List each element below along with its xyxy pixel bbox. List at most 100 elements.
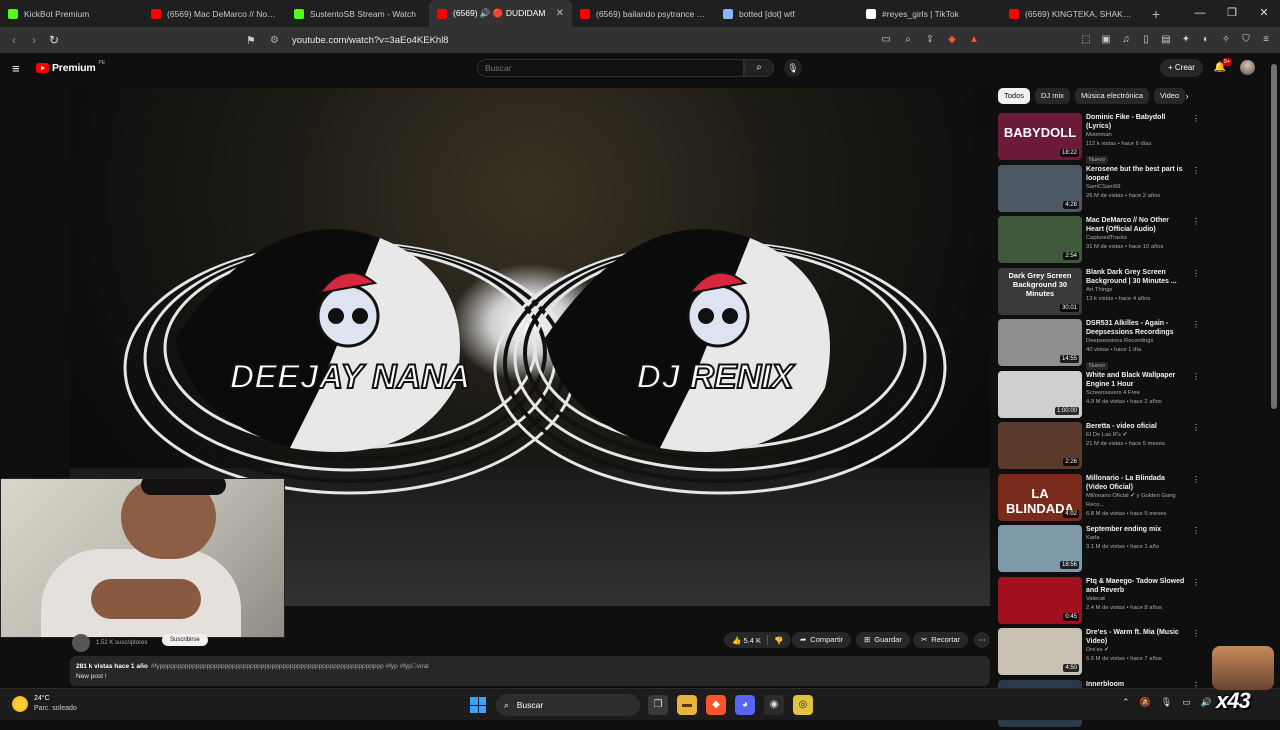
browser-tab[interactable]: SustentoSB Stream - Watch (286, 0, 429, 27)
browser-tab[interactable]: (6569) KINGTEKA, SHAKA, CIR (1001, 0, 1144, 27)
forward-button[interactable]: › (24, 33, 44, 47)
like-button[interactable]: 👍 5.4 K (724, 636, 767, 645)
recommendation-channel[interactable]: Screensavers 4 Free (1086, 389, 1188, 398)
new-tab-button[interactable]: + (1144, 6, 1168, 22)
more-options-icon[interactable]: ⋮ (1192, 526, 1200, 535)
video-thumbnail[interactable]: 0:45 (998, 576, 1082, 624)
bookmark-icon[interactable]: ⚑ (246, 34, 262, 47)
save-button[interactable]: ⊞ Guardar (856, 632, 910, 648)
brave-rewards-icon[interactable]: ▲ (966, 32, 982, 48)
recommendation-channel[interactable]: Moonman (1086, 131, 1188, 140)
video-thumbnail[interactable]: 4:28 (998, 164, 1082, 212)
recommendation-item[interactable]: 2:54 Mac DeMarco // No Other Heart (Offic… (998, 216, 1203, 266)
maximize-button[interactable]: ❐ (1216, 0, 1248, 27)
volume-icon[interactable]: 🔊 (1201, 697, 1212, 708)
recommendation-item[interactable]: 0:45 Ftq & Maeego- Tadow Slowed and Rever… (998, 576, 1203, 627)
recommendation-item[interactable]: BABYDOLL 18:22 Dominic Fike - Babydoll (Ly… (998, 113, 1203, 164)
extensions-puzzle-icon[interactable]: ✦ (1178, 32, 1194, 48)
share-button[interactable]: ➦ Compartir (792, 632, 852, 648)
recommendation-channel[interactable]: CapturedTracks (1086, 234, 1188, 243)
recommendation-item[interactable]: LA BLINDADA 4:02 Millonario - La Blindada … (998, 473, 1203, 524)
more-options-icon[interactable]: ⋮ (1192, 475, 1200, 484)
guide-menu-icon[interactable]: ≡ (12, 61, 20, 76)
recommendation-title[interactable]: Kerosene but the best part is looped (1086, 165, 1188, 183)
recommendation-channel[interactable]: Karla (1086, 534, 1188, 543)
video-thumbnail[interactable]: 14:55 (998, 319, 1082, 366)
leo-icon[interactable]: ✧ (1218, 32, 1234, 48)
menu-icon[interactable]: ≡ (1258, 32, 1274, 48)
reload-button[interactable]: ↻ (44, 33, 64, 47)
back-button[interactable]: ‹ (4, 33, 24, 47)
brave-browser-icon[interactable]: ◆ (706, 695, 726, 715)
account-avatar[interactable] (1240, 60, 1255, 75)
brave-shields-icon[interactable]: ◆ (944, 32, 960, 48)
notifications-bell-icon[interactable]: 🔔 9+ (1212, 58, 1232, 77)
extension-icon[interactable]: ▣ (1098, 32, 1114, 48)
more-options-icon[interactable]: ⋮ (1192, 423, 1200, 432)
recommendation-channel[interactable]: Valecat (1086, 595, 1188, 604)
filter-chip[interactable]: Música electrónica (1074, 88, 1150, 104)
discord-icon[interactable]: ◕ (735, 695, 755, 715)
recommendation-channel[interactable]: Dre'es ✔ (1086, 646, 1188, 655)
search-input[interactable]: Buscar (477, 59, 744, 77)
more-options-icon[interactable]: ⋮ (1192, 320, 1200, 329)
recommendation-item[interactable]: 1:00:00 White and Black Wallpaper Engine … (998, 370, 1203, 421)
recommendation-title[interactable]: Beretta - video oficial (1086, 422, 1188, 431)
recommendation-item[interactable]: 18:56 September ending mix Karla 3.1 M de v… (998, 525, 1203, 575)
minimize-button[interactable]: — (1184, 0, 1216, 27)
site-info-icon[interactable]: ⚙ (270, 35, 286, 46)
sidebar-icon[interactable]: ▯ (1138, 32, 1154, 48)
channel-avatar[interactable] (72, 634, 90, 652)
voice-search-icon[interactable]: 🎙 (784, 59, 802, 77)
recommendation-title[interactable]: Millonario - La Blindada (Video Oficial) (1086, 474, 1188, 492)
video-thumbnail[interactable]: Dark Grey Screen Background 30 Minutes 30… (998, 267, 1082, 315)
notifications-mute-icon[interactable]: 🔕 (1140, 697, 1151, 708)
search-button[interactable]: ⌕ (744, 59, 774, 77)
windows-start-icon[interactable] (470, 697, 486, 713)
clip-button[interactable]: ✂ Recortar (913, 632, 969, 648)
filter-chip[interactable]: Todos (998, 88, 1031, 104)
recommendation-channel[interactable]: SamCSam99 (1086, 183, 1188, 192)
video-thumbnail[interactable]: 4:50 (998, 628, 1082, 675)
create-button[interactable]: + Crear (1160, 59, 1203, 77)
recommendation-title[interactable]: White and Black Wallpaper Engine 1 Hour (1086, 371, 1188, 389)
browser-tab[interactable]: KickBot Premium (0, 0, 143, 27)
video-thumbnail[interactable]: BABYDOLL 18:22 (998, 113, 1082, 160)
url-text[interactable]: youtube.com/watch?v=3aEo4KEKhl8 (292, 35, 449, 46)
video-thumbnail[interactable]: 1:00:00 (998, 370, 1082, 418)
display-icon[interactable]: ▭ (1182, 697, 1191, 708)
shield-icon[interactable]: ⛉ (1238, 32, 1254, 48)
microphone-icon[interactable]: 🎙 (1161, 697, 1172, 708)
recommendation-channel[interactable]: El De Las R's ✔ (1086, 431, 1188, 440)
recommendation-title[interactable]: DSR531 Alkilles - Again - Deepsessions R… (1086, 319, 1188, 337)
more-options-icon[interactable]: ⋮ (1192, 578, 1200, 587)
video-thumbnail[interactable]: 2:26 (998, 422, 1082, 469)
recommendation-title[interactable]: Ftq & Maeego- Tadow Slowed and Reverb (1086, 577, 1188, 595)
recommendation-item[interactable]: 4:50 Dre'es - Warm ft. Mia (Music Video) D… (998, 628, 1203, 678)
browser-tab[interactable]: #reyes_girls | TikTok (858, 0, 1001, 27)
weather-widget[interactable]: 24°C Parc. soleado (12, 694, 77, 714)
recommendation-title[interactable]: Mac DeMarco // No Other Heart (Official … (1086, 216, 1188, 234)
share-page-icon[interactable]: ⇪ (922, 32, 938, 48)
more-options-icon[interactable]: ⋮ (1192, 372, 1200, 381)
recommendation-title[interactable]: September ending mix (1086, 525, 1188, 534)
wallet-icon[interactable]: ▤ (1158, 32, 1174, 48)
more-options-icon[interactable]: ⋮ (1192, 166, 1200, 175)
browser-tab[interactable]: (6569) bailando psytrance (my (572, 0, 715, 27)
video-thumbnail[interactable]: LA BLINDADA 4:02 (998, 473, 1082, 521)
recommendation-title[interactable]: Blank Dark Grey Screen Background | 30 M… (1086, 268, 1188, 286)
more-options-icon[interactable]: ⋮ (1192, 269, 1200, 278)
page-scrollbar[interactable] (1271, 64, 1277, 409)
recommendation-channel[interactable]: Art Things (1086, 286, 1188, 295)
more-actions-icon[interactable]: ⋯ (974, 632, 990, 648)
close-tab-icon[interactable]: ✕ (556, 8, 564, 19)
browser-tab[interactable]: (6569) 🔊 🔴 DUDIDAM ✕ (429, 0, 572, 27)
browser-tab[interactable]: botted [dot] wtf (715, 0, 858, 27)
recommendation-title[interactable]: Dre'es - Warm ft. Mia (Music Video) (1086, 628, 1188, 646)
taskbar-search[interactable]: ⌕ Buscar (496, 694, 640, 716)
screenshot-icon[interactable]: ▭ (878, 32, 894, 48)
dislike-button[interactable]: 👎 (768, 636, 791, 645)
close-window-button[interactable]: ✕ (1248, 0, 1280, 27)
chevron-up-icon[interactable]: ⌃ (1122, 697, 1130, 708)
recommendation-item[interactable]: 2:26 Beretta - video oficial El De Las R's… (998, 422, 1203, 472)
